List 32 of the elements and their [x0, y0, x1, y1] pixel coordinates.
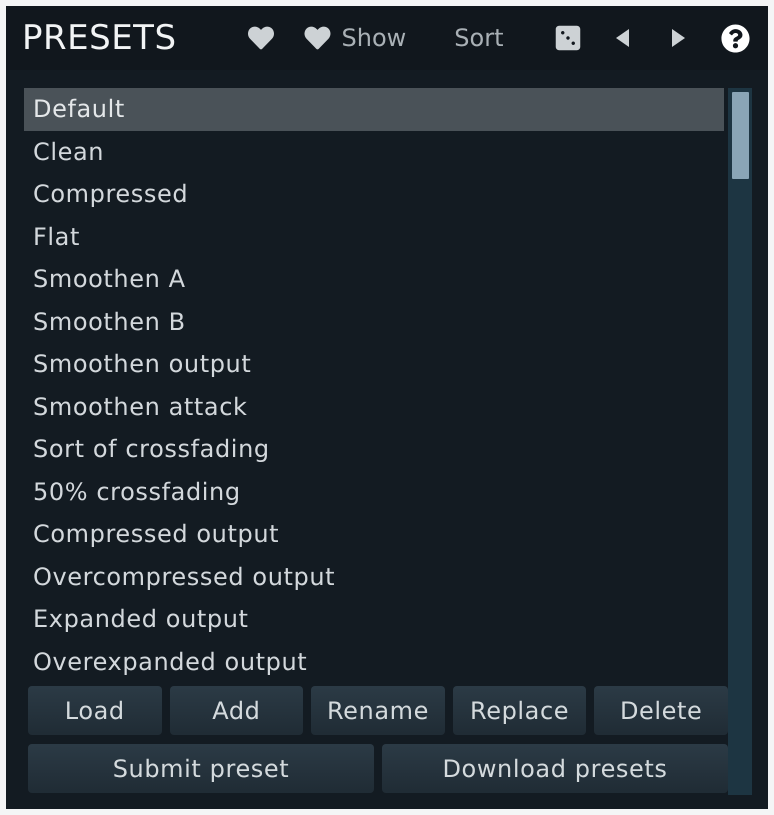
- preset-item[interactable]: 50% crossfading: [24, 470, 724, 513]
- preset-item[interactable]: Clean: [24, 130, 724, 173]
- preset-share-button[interactable]: Submit preset: [28, 744, 374, 793]
- scrollbar-track[interactable]: [728, 88, 752, 795]
- preset-item[interactable]: Compressed: [24, 173, 724, 216]
- help-icon[interactable]: [720, 24, 750, 52]
- preset-item[interactable]: Overexpanded output: [24, 640, 724, 683]
- show-button[interactable]: Show: [342, 24, 406, 52]
- preset-item[interactable]: Smoothen A: [24, 258, 724, 300]
- dice-icon[interactable]: [554, 24, 582, 52]
- preset-item[interactable]: Overcompressed output: [24, 556, 724, 598]
- preset-action-button[interactable]: Add: [170, 686, 304, 735]
- preset-item[interactable]: Sort of crossfading: [24, 428, 724, 470]
- preset-item[interactable]: Flat: [24, 216, 724, 258]
- heart-icon[interactable]: [246, 25, 275, 51]
- preset-action-button[interactable]: Delete: [594, 686, 728, 735]
- preset-action-button[interactable]: Replace: [452, 686, 586, 735]
- preset-item[interactable]: Smoothen output: [24, 343, 724, 386]
- preset-item[interactable]: Expanded output: [24, 598, 724, 640]
- preset-action-button[interactable]: Load: [28, 686, 162, 735]
- preset-item[interactable]: Compressed output: [24, 513, 724, 556]
- preset-item[interactable]: Default: [24, 88, 724, 130]
- heart-icon[interactable]: [302, 25, 332, 51]
- scrollbar-thumb[interactable]: [732, 92, 749, 179]
- preset-action-button[interactable]: Rename: [311, 686, 445, 735]
- preset-item[interactable]: Smoothen B: [24, 300, 724, 343]
- previous-icon[interactable]: [616, 29, 628, 47]
- next-icon[interactable]: [672, 29, 684, 47]
- preset-item[interactable]: Smoothen attack: [24, 386, 724, 428]
- preset-share-button[interactable]: Download presets: [382, 744, 728, 793]
- sort-button[interactable]: Sort: [454, 24, 504, 52]
- panel-title: PRESETS: [22, 18, 177, 58]
